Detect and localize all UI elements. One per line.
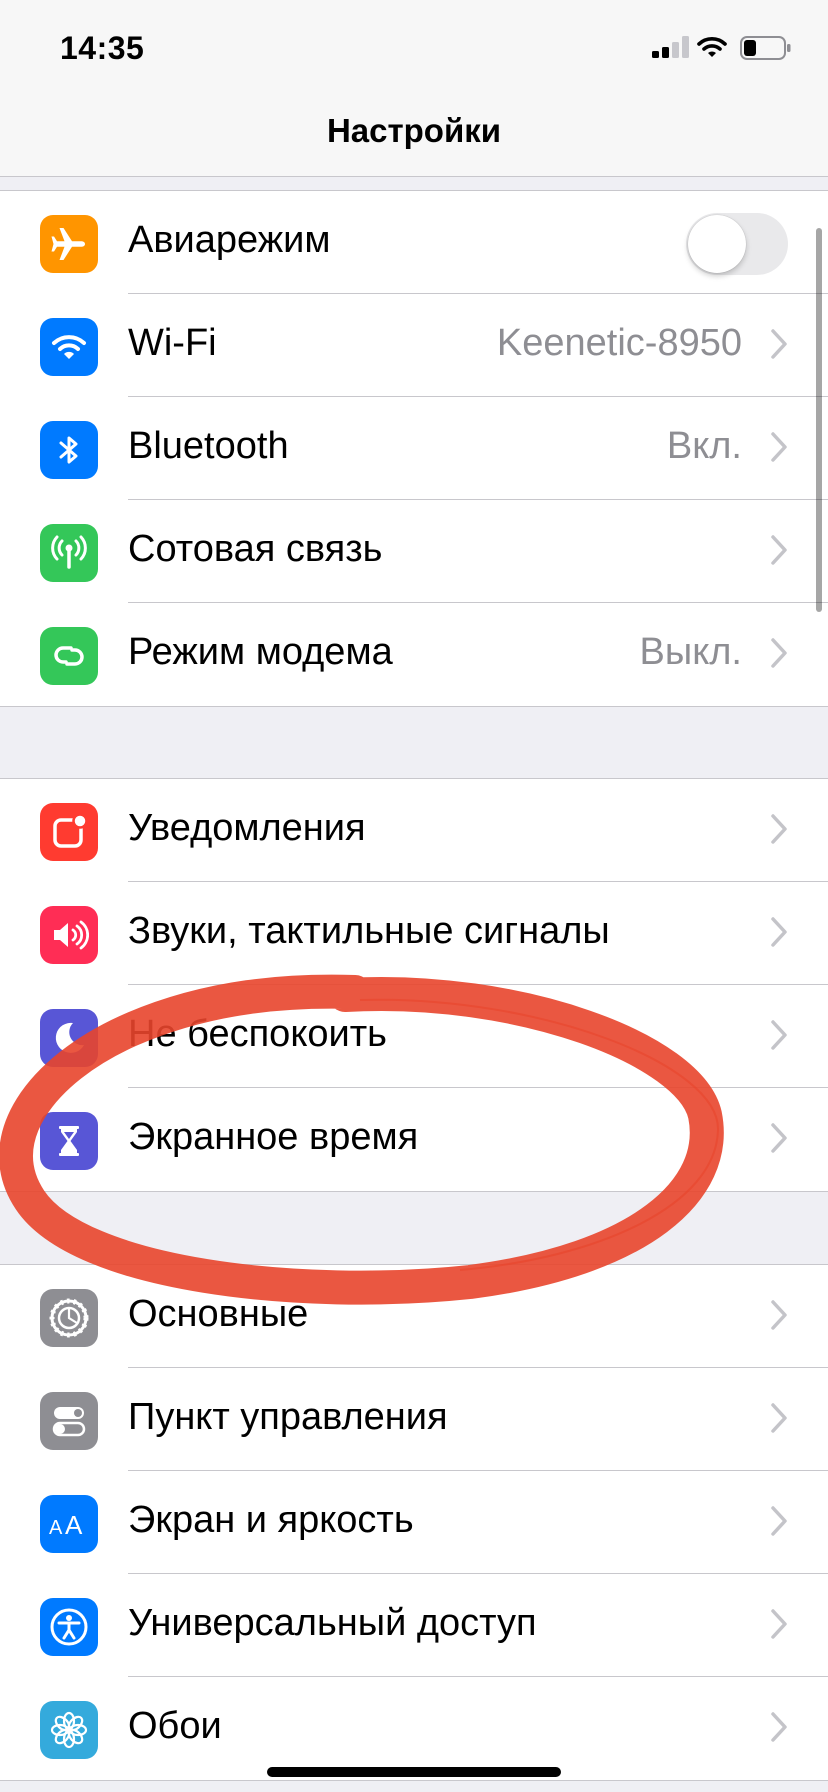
settings-row-label: Универсальный доступ — [128, 1602, 537, 1644]
page-title: Настройки — [326, 112, 502, 149]
settings-row-screen-time[interactable]: Экранное время — [0, 1088, 828, 1191]
svg-text:A: A — [49, 1517, 63, 1539]
antenna-icon — [40, 524, 98, 582]
settings-group-connectivity: Авиарежим Wi-Fi Keenetic-8950 Bluetooth … — [0, 190, 828, 707]
flower-icon — [40, 1701, 98, 1759]
settings-row-personal-hotspot[interactable]: Режим модема Выкл. — [0, 603, 828, 706]
settings-row-bluetooth[interactable]: Bluetooth Вкл. — [0, 397, 828, 500]
text-size-icon: A A — [40, 1495, 98, 1553]
accessibility-icon — [40, 1598, 98, 1656]
chevron-right-icon — [771, 1506, 787, 1536]
chevron-right-icon — [771, 638, 787, 668]
settings-row-label: Wi-Fi — [128, 322, 217, 364]
moon-icon — [40, 1009, 98, 1067]
settings-row-label: Не беспокоить — [128, 1013, 387, 1055]
chevron-right-icon — [771, 329, 787, 359]
settings-row-label: Bluetooth — [128, 425, 289, 467]
settings-row-general[interactable]: Основные — [0, 1265, 828, 1368]
settings-row-label: Обои — [128, 1705, 222, 1747]
airplane-mode-toggle[interactable] — [686, 213, 788, 275]
toggle-knob — [688, 215, 746, 273]
settings-row-label: Экранное время — [128, 1116, 419, 1158]
chevron-right-icon — [771, 432, 787, 462]
settings-row-wallpaper[interactable]: Обои — [0, 1677, 828, 1780]
speaker-icon — [40, 906, 98, 964]
chevron-right-icon — [771, 1403, 787, 1433]
chevron-right-icon — [771, 1609, 787, 1639]
personal-hotspot-icon — [40, 627, 98, 685]
notifications-icon — [40, 803, 98, 861]
settings-row-label: Уведомления — [128, 807, 366, 849]
settings-row-accessibility[interactable]: Универсальный доступ — [0, 1574, 828, 1677]
wifi-icon — [40, 318, 98, 376]
status-time: 14:35 — [60, 30, 145, 66]
settings-row-display[interactable]: A A Экран и яркость — [0, 1471, 828, 1574]
navigation-bar: Настройки — [0, 94, 828, 177]
gear-icon — [40, 1289, 98, 1347]
svg-text:A: A — [65, 1510, 83, 1540]
settings-row-value: Keenetic-8950 — [496, 322, 742, 364]
cellular-signal-icon — [652, 36, 689, 58]
settings-row-value: Вкл. — [666, 425, 742, 467]
chevron-right-icon — [771, 535, 787, 565]
settings-row-sounds[interactable]: Звуки, тактильные сигналы — [0, 882, 828, 985]
chevron-right-icon — [771, 1020, 787, 1050]
chevron-right-icon — [771, 814, 787, 844]
settings-row-label: Экран и яркость — [128, 1499, 414, 1541]
settings-row-cellular[interactable]: Сотовая связь — [0, 500, 828, 603]
settings-row-value: Выкл. — [639, 631, 742, 673]
settings-row-label: Сотовая связь — [128, 528, 383, 570]
settings-row-label: Основные — [128, 1293, 309, 1335]
settings-row-wifi[interactable]: Wi-Fi Keenetic-8950 — [0, 294, 828, 397]
settings-row-do-not-disturb[interactable]: Не беспокоить — [0, 985, 828, 1088]
settings-row-label: Звуки, тактильные сигналы — [128, 910, 610, 952]
settings-row-label: Режим модема — [128, 631, 393, 673]
settings-group-notifications: Уведомления Звуки, тактильные сигналы Не… — [0, 778, 828, 1192]
settings-row-notifications[interactable]: Уведомления — [0, 779, 828, 882]
bluetooth-icon — [40, 421, 98, 479]
status-bar: 14:35 — [0, 0, 828, 94]
battery-icon — [740, 36, 791, 60]
chevron-right-icon — [771, 1712, 787, 1742]
wifi-status-icon — [697, 37, 727, 57]
switches-icon — [40, 1392, 98, 1450]
settings-row-label: Пункт управления — [128, 1396, 448, 1438]
settings-row-control-center[interactable]: Пункт управления — [0, 1368, 828, 1471]
chevron-right-icon — [771, 917, 787, 947]
settings-group-general: Основные Пункт управления A A Экран и яр… — [0, 1264, 828, 1781]
settings-row-label: Авиарежим — [128, 219, 331, 261]
scroll-indicator — [816, 228, 822, 612]
hourglass-icon — [40, 1112, 98, 1170]
home-indicator — [267, 1767, 561, 1777]
settings-row-airplane-mode: Авиарежим — [0, 191, 828, 294]
chevron-right-icon — [771, 1300, 787, 1330]
airplane-icon — [40, 215, 98, 273]
chevron-right-icon — [771, 1123, 787, 1153]
